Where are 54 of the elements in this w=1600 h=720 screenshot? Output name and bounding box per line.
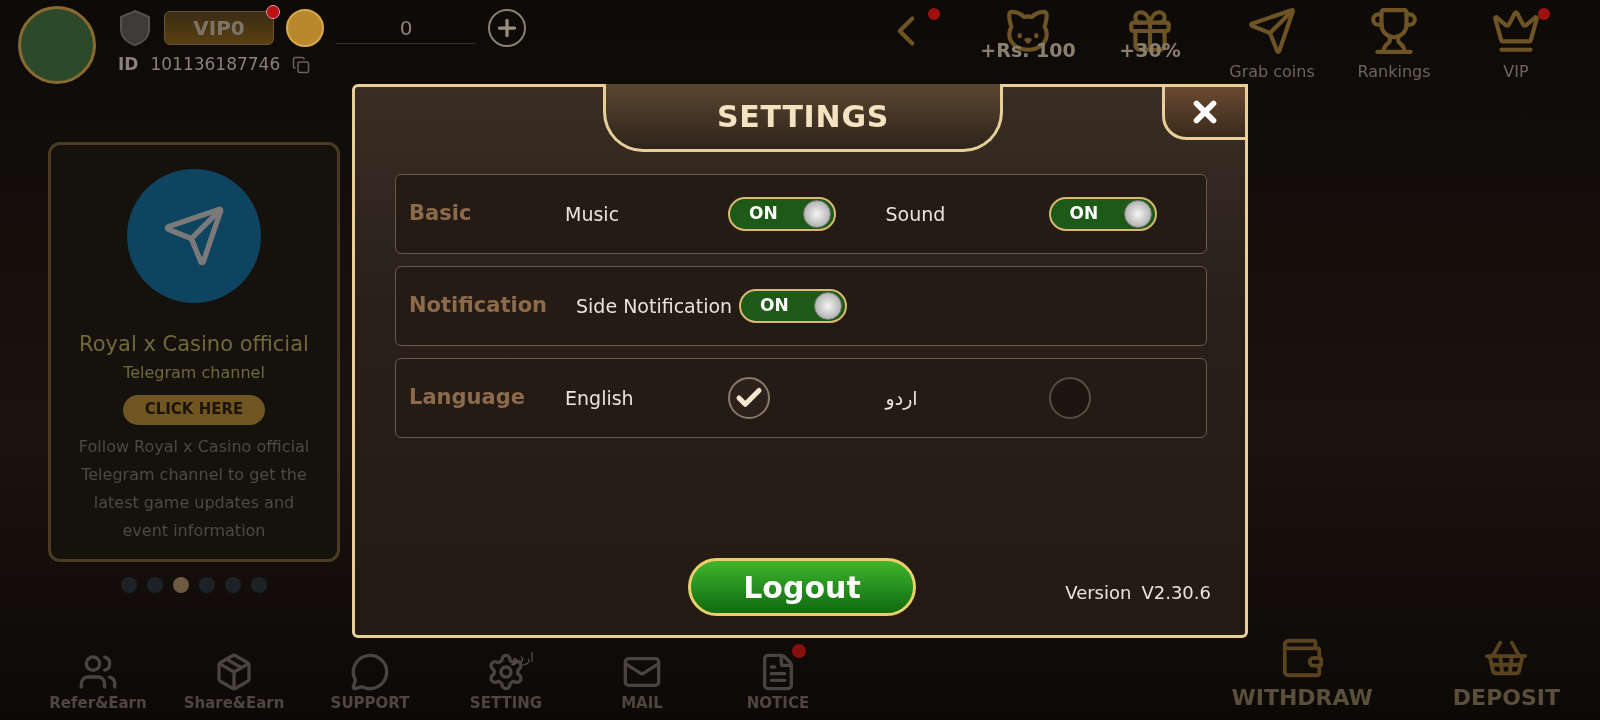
icon-label: Rankings bbox=[1357, 61, 1431, 83]
icon-label: VIP bbox=[1503, 61, 1529, 83]
balance-field: 0 bbox=[336, 12, 476, 44]
copy-icon[interactable] bbox=[292, 55, 311, 74]
toggle-switch[interactable]: ON bbox=[739, 289, 847, 323]
nav-label[interactable]: SETTING bbox=[469, 691, 543, 714]
section-label: Language bbox=[408, 384, 526, 412]
radio-button[interactable] bbox=[728, 377, 771, 419]
click-here-button[interactable]: CLICK HERE bbox=[122, 394, 266, 425]
toggle-switch[interactable]: ON bbox=[1048, 197, 1157, 231]
user-id: 101136187746 bbox=[150, 53, 281, 76]
toggle-text: ON bbox=[760, 294, 789, 318]
dialog-title: SETTINGS bbox=[716, 98, 890, 136]
option-label: Music bbox=[565, 201, 621, 227]
paper-plane-icon[interactable] bbox=[1247, 6, 1297, 56]
nav-label[interactable]: Refer&Earn bbox=[49, 691, 147, 714]
id-label: ID bbox=[118, 53, 139, 76]
toggle-text: ON bbox=[749, 202, 778, 226]
chat-icon[interactable] bbox=[350, 651, 390, 692]
toggle-knob bbox=[814, 292, 842, 320]
version-label: Version bbox=[1065, 581, 1132, 605]
nav-label[interactable]: NOTICE bbox=[746, 691, 810, 714]
coin-icon bbox=[286, 9, 324, 47]
banner-title: Royal x Casino official bbox=[79, 331, 309, 358]
box-icon[interactable] bbox=[214, 651, 254, 692]
icon-caption: +30% bbox=[1119, 38, 1181, 63]
option-label: Sound bbox=[885, 201, 947, 227]
toggle-knob bbox=[803, 200, 832, 228]
banner-description: Follow Royal x Casino official Telegram channel to get the latest game updates and event information bbox=[77, 435, 311, 542]
icon-text: اردو bbox=[512, 648, 534, 667]
shield-icon bbox=[118, 9, 152, 47]
toggle-switch[interactable]: ON bbox=[728, 197, 837, 231]
radio-button[interactable] bbox=[1048, 377, 1091, 419]
close-button[interactable] bbox=[1162, 84, 1248, 140]
nav-label[interactable]: MAIL bbox=[621, 691, 663, 714]
icon-label: Grab coins bbox=[1229, 61, 1315, 83]
trophy-icon[interactable] bbox=[1369, 6, 1419, 56]
vip-level-badge[interactable]: VIP0 bbox=[164, 11, 274, 45]
toggle-knob bbox=[1123, 200, 1152, 228]
section-label: Basic bbox=[408, 200, 473, 228]
logout-button[interactable]: Logout bbox=[688, 558, 916, 616]
toggle-text: ON bbox=[1069, 202, 1099, 226]
option-label: اردو bbox=[885, 385, 919, 412]
icon-caption: +Rs. 100 bbox=[980, 38, 1076, 63]
add-button[interactable] bbox=[488, 9, 526, 47]
action-label[interactable]: DEPOSIT bbox=[1452, 681, 1560, 714]
option-label: English bbox=[565, 385, 635, 411]
nav-label[interactable]: SUPPORT bbox=[330, 691, 410, 714]
section-label: Notification bbox=[408, 292, 549, 320]
action-label[interactable]: WITHDRAW bbox=[1231, 681, 1373, 714]
banner-subtitle: Telegram channel bbox=[123, 361, 265, 384]
nav-label[interactable]: Share&Earn bbox=[183, 691, 285, 714]
version-number: V2.30.6 bbox=[1141, 581, 1211, 605]
option-label: Side Notification bbox=[576, 293, 734, 319]
